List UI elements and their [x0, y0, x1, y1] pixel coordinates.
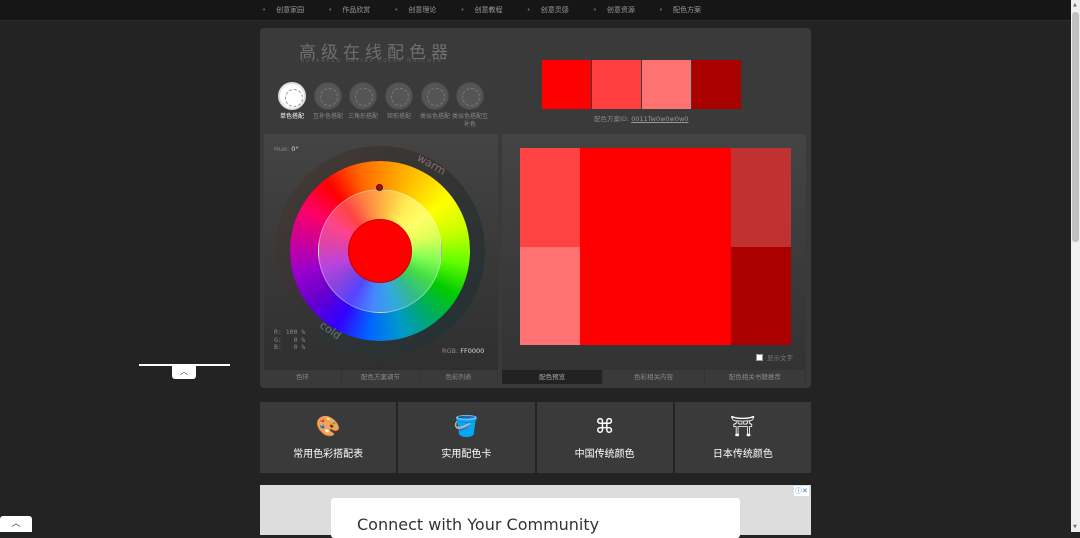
- swatch-4[interactable]: [692, 60, 741, 109]
- scheme-complementary-button[interactable]: [314, 82, 342, 110]
- logo-subtitle: ADVANCED ONLINE COLOR MATCHER: [301, 59, 443, 64]
- preview-block-left-bottom: [520, 247, 580, 345]
- scheme-id: 配色方案ID: 0011Tw0w0w0w0: [594, 113, 688, 123]
- preview-block-left-top: [520, 148, 580, 247]
- scheme-label: 三角形搭配: [347, 113, 378, 120]
- hue-readout: Hue: 0°: [274, 145, 299, 153]
- nav-item-inspiration[interactable]: 创意灵感: [527, 0, 569, 20]
- scheme-triad-button[interactable]: [349, 82, 377, 110]
- preview-tabs: 配色预览 色彩相关内容 配色相关书籍推荐: [502, 370, 806, 384]
- tab-color-wheel[interactable]: 色环: [264, 370, 342, 384]
- nav-item-tutorials[interactable]: 创意教程: [460, 0, 503, 20]
- side-slider-handle[interactable]: ︿: [172, 366, 196, 379]
- scheme-id-label: 配色方案ID:: [594, 115, 630, 123]
- scheme-label: 互补色搭配: [312, 113, 343, 120]
- scheme-label: 类似色搭配: [419, 113, 450, 120]
- back-to-top-button[interactable]: ︿: [0, 516, 32, 532]
- nav-item-works[interactable]: 作品欣赏: [328, 0, 370, 20]
- palette-icon: 🎨: [315, 414, 341, 438]
- swatch-strip: [542, 60, 742, 109]
- hue-marker-handle[interactable]: [376, 184, 383, 191]
- swatch-3[interactable]: [642, 60, 691, 109]
- page-scrollbar[interactable]: ▲ ▼: [1071, 0, 1080, 532]
- swatch-1[interactable]: [542, 60, 591, 109]
- command-icon: ⌘: [594, 414, 615, 438]
- tool-color-chart-button[interactable]: 🎨 常用色彩搭配表: [260, 402, 397, 473]
- nav-item-home[interactable]: 创意家园: [262, 0, 304, 20]
- tool-label: 实用配色卡: [441, 449, 492, 460]
- tool-links: 🎨 常用色彩搭配表 🪣 实用配色卡 ⌘ 中国传统颜色 ⛩ 日本传统颜色: [260, 402, 811, 473]
- preview-block-center: [580, 148, 731, 345]
- scheme-analogous-complement-button[interactable]: [456, 82, 484, 110]
- tool-color-card-button[interactable]: 🪣 实用配色卡: [398, 402, 535, 473]
- nav-item-resources[interactable]: 创意资源: [593, 0, 635, 20]
- hue-value: 0°: [291, 145, 299, 153]
- rgb-hex-value: FF0000: [460, 347, 485, 355]
- tool-japanese-colors-button[interactable]: ⛩ 日本传统颜色: [674, 402, 811, 473]
- show-text-checkbox[interactable]: [756, 353, 763, 361]
- scroll-up-icon[interactable]: ▲: [1073, 2, 1077, 8]
- tool-label: 日本传统颜色: [712, 449, 773, 460]
- rgb-hex-label: RGB:: [442, 347, 459, 355]
- color-wheel-center: [348, 219, 412, 283]
- swatch-2[interactable]: [592, 60, 641, 109]
- torii-gate-icon: ⛩: [730, 414, 756, 438]
- preview-block-right-top: [731, 148, 791, 247]
- scheme-rectangle-button[interactable]: [385, 82, 413, 110]
- rgb-percent-readout: R: 100 % G: 0 % B: 0 %: [274, 328, 306, 351]
- tab-book-recommendations[interactable]: 配色相关书籍推荐: [704, 370, 806, 384]
- tab-color-list[interactable]: 色彩列表: [420, 370, 498, 384]
- tab-scheme-preview[interactable]: 配色预览: [502, 370, 604, 384]
- show-text-label: 显示文字: [767, 354, 793, 362]
- scheme-analogous-button[interactable]: [421, 82, 449, 110]
- wheel-tabs: 色环 配色方案调节 色彩列表: [264, 370, 498, 384]
- top-navigation: 创意家园 作品欣赏 创意理论 创意教程 创意灵感 创意资源 配色方案: [0, 0, 1080, 21]
- scheme-label: 类似色搭配互补色: [452, 113, 489, 128]
- ad-headline[interactable]: Connect with Your Community: [357, 515, 599, 534]
- tool-chinese-colors-button[interactable]: ⌘ 中国传统颜色: [536, 402, 673, 473]
- scroll-down-icon[interactable]: ▼: [1073, 524, 1077, 530]
- scheme-monochrome-button[interactable]: [278, 82, 306, 110]
- tool-label: 常用色彩搭配表: [293, 449, 364, 460]
- scheme-id-link[interactable]: 0011Tw0w0w0w0: [631, 115, 688, 123]
- nav-item-theory[interactable]: 创意理论: [394, 0, 436, 20]
- scheme-label: 矩形搭配: [386, 113, 411, 120]
- ad-close-icon[interactable]: ⓘ✕: [794, 486, 809, 496]
- scrollbar-thumb[interactable]: [1072, 12, 1079, 242]
- scheme-label: 单色搭配: [279, 113, 304, 120]
- tab-color-content[interactable]: 色彩相关内容: [603, 370, 705, 384]
- hue-label: Hue:: [274, 145, 290, 153]
- tool-label: 中国传统颜色: [574, 449, 635, 460]
- preview-block-right-bottom: [731, 247, 791, 345]
- rgb-hex-readout: RGB: FF0000: [442, 347, 484, 355]
- paint-bucket-icon: 🪣: [453, 414, 479, 438]
- show-text-toggle[interactable]: 显示文字: [756, 352, 793, 362]
- tab-scheme-adjust[interactable]: 配色方案调节: [342, 370, 420, 384]
- nav-item-color-schemes[interactable]: 配色方案: [659, 0, 701, 20]
